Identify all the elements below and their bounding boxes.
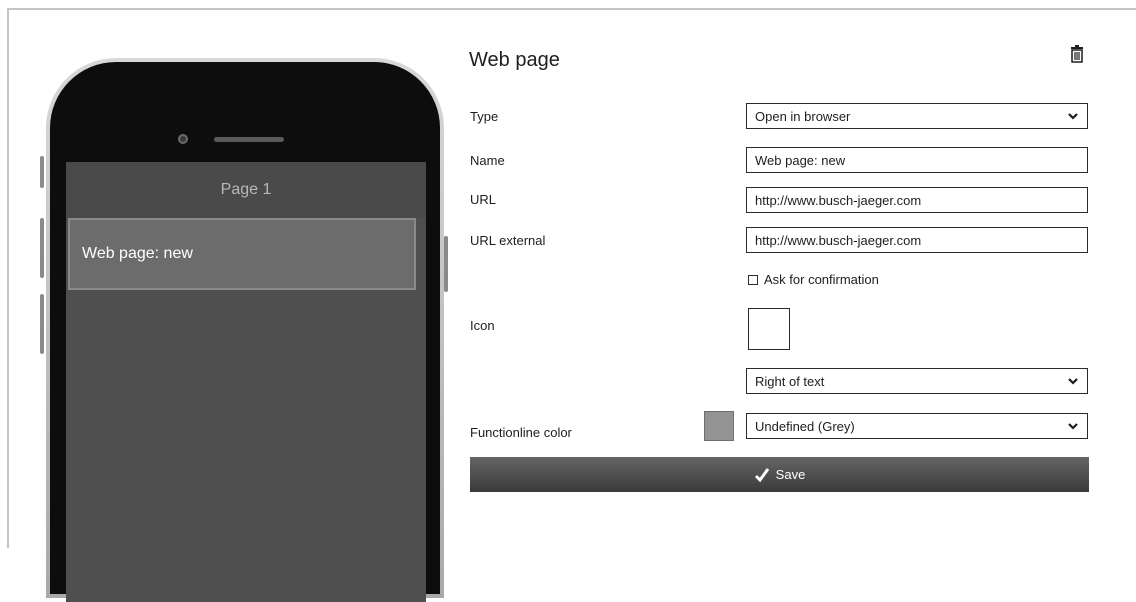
- url-external-input[interactable]: [746, 227, 1088, 253]
- phone-bezel: Page 1 Web page: new: [50, 62, 440, 602]
- speaker-grille: [214, 137, 284, 142]
- confirm-checkbox[interactable]: [748, 274, 758, 285]
- phone-power-button: [444, 236, 448, 292]
- camera-icon: [178, 134, 188, 144]
- save-button[interactable]: Save: [470, 457, 1089, 492]
- confirm-option[interactable]: Ask for confirmation: [748, 272, 879, 287]
- phone-web-page-item[interactable]: Web page: new: [68, 218, 416, 290]
- url-input[interactable]: [746, 187, 1088, 213]
- phone-body: Page 1 Web page: new: [46, 58, 444, 602]
- phone-mute-switch: [40, 156, 44, 188]
- url-label: URL: [470, 192, 497, 207]
- page-title: Web page: [469, 49, 560, 71]
- icon-position-select[interactable]: Right of text: [746, 368, 1088, 394]
- chevron-down-icon: [1068, 378, 1078, 385]
- url-external-label: URL external: [470, 233, 546, 248]
- functionline-color-select[interactable]: Undefined (Grey): [746, 413, 1088, 439]
- phone-page-title: Page 1: [66, 162, 426, 218]
- phone-volume-up: [40, 218, 44, 278]
- type-select[interactable]: Open in browser: [746, 103, 1088, 129]
- icon-picker[interactable]: [748, 308, 790, 350]
- functionline-color-label: Functionline color: [470, 425, 572, 440]
- functionline-color-swatch[interactable]: [704, 411, 734, 441]
- icon-position-value: Right of text: [755, 373, 825, 389]
- functionline-color-value: Undefined (Grey): [755, 418, 855, 434]
- icon-label: Icon: [470, 318, 495, 333]
- type-select-value: Open in browser: [755, 108, 851, 124]
- chevron-down-icon: [1068, 423, 1078, 430]
- check-icon: [754, 467, 769, 482]
- name-input[interactable]: [746, 147, 1088, 173]
- chevron-down-icon: [1068, 113, 1078, 120]
- trash-icon[interactable]: [1070, 45, 1084, 63]
- phone-screen: Page 1 Web page: new: [66, 162, 426, 602]
- name-label: Name: [470, 153, 505, 168]
- phone-preview: Page 1 Web page: new: [40, 58, 452, 602]
- type-label: Type: [470, 109, 499, 124]
- save-label: Save: [775, 467, 806, 482]
- confirm-label: Ask for confirmation: [764, 272, 879, 287]
- phone-volume-down: [40, 294, 44, 354]
